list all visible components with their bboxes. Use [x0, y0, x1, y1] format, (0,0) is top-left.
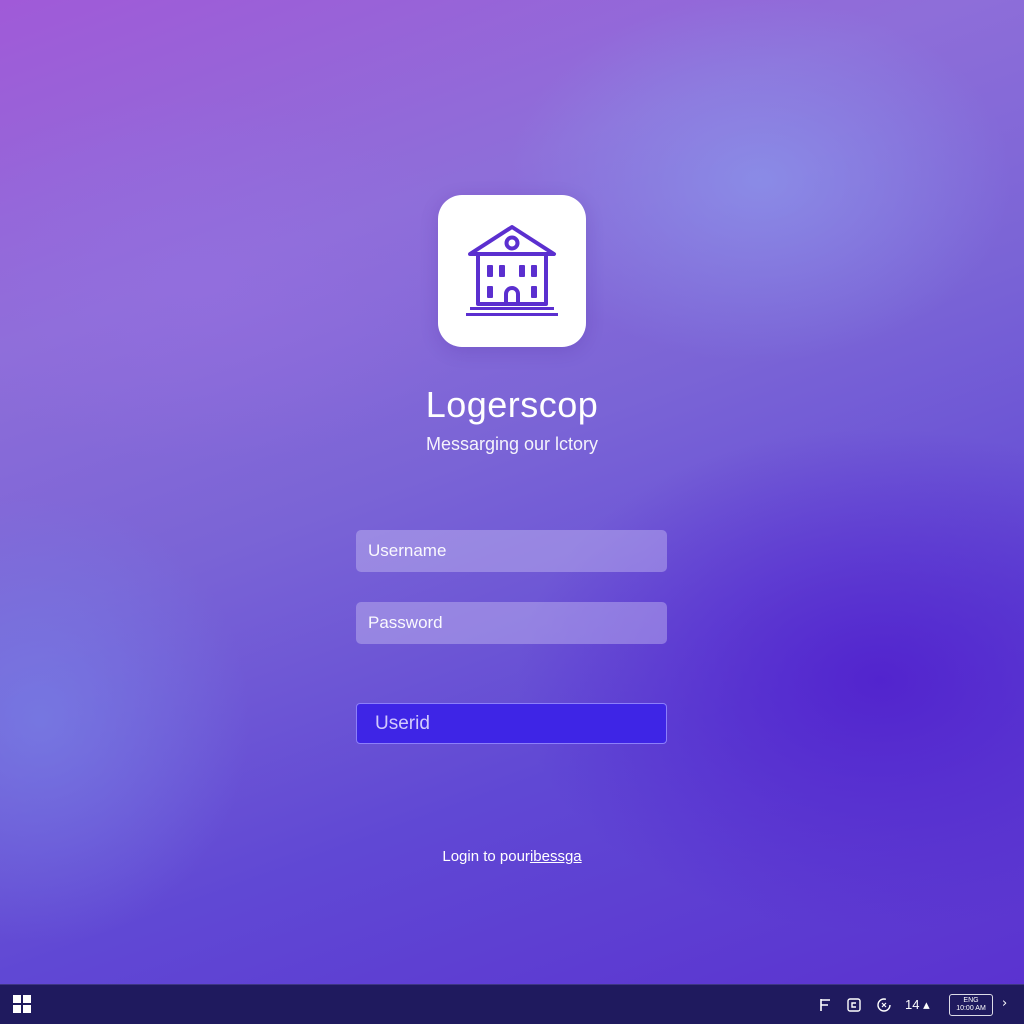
username-input[interactable]	[356, 530, 667, 572]
submit-button[interactable]: Userid	[356, 703, 667, 744]
refresh-icon	[877, 998, 891, 1012]
tray-chat-button[interactable]	[846, 997, 862, 1013]
taskbar: 14 ▴ ENG 10:00 AM ›	[0, 984, 1024, 1024]
login-screen: Logerscop Messarging our lctory Userid L…	[0, 0, 1024, 1024]
bank-building-icon	[466, 225, 558, 316]
start-button[interactable]	[12, 994, 32, 1014]
footer-link[interactable]: ibessga	[530, 848, 582, 865]
app-logo	[438, 195, 586, 347]
password-input[interactable]	[356, 602, 667, 644]
clock-box[interactable]: ENG 10:00 AM	[949, 994, 993, 1016]
tray-flag-button[interactable]	[818, 997, 834, 1013]
tray-number[interactable]: 14 ▴	[905, 996, 930, 1014]
windows-start-icon	[13, 995, 31, 1013]
flag-icon	[820, 999, 830, 1011]
app-title: Logerscop	[425, 384, 599, 425]
footer-text: Login to pour	[442, 848, 530, 865]
chat-icon	[847, 998, 861, 1012]
clock-line1: ENG	[963, 997, 979, 1004]
clock-line2: 10:00 AM	[956, 1005, 986, 1012]
app-subtitle: Messarging our lctory	[425, 434, 599, 454]
chevron-right-icon[interactable]: ›	[1002, 996, 1007, 1011]
tray-refresh-button[interactable]	[876, 997, 892, 1013]
login-footer: Login to pouribessga	[0, 846, 1024, 868]
